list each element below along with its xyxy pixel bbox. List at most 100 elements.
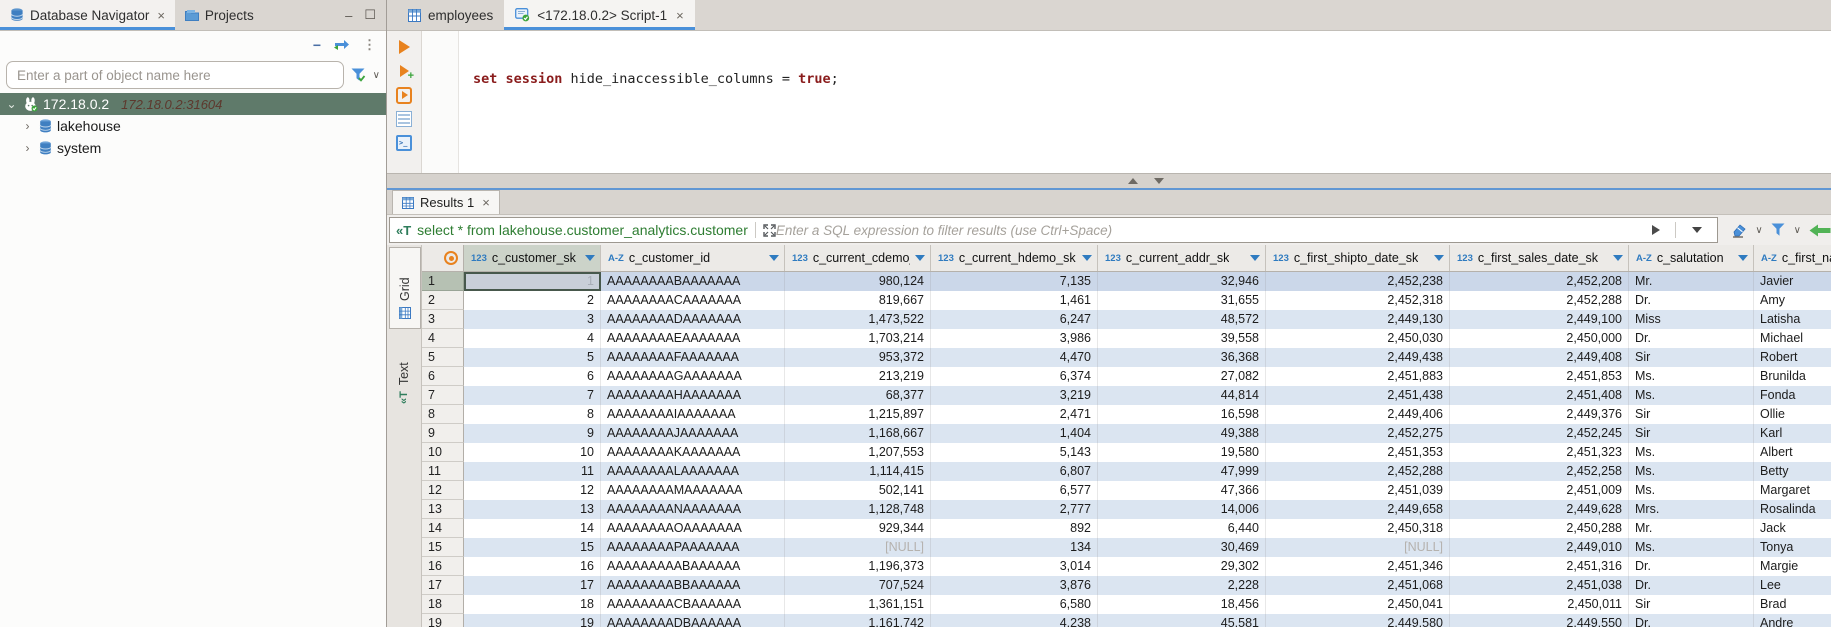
- grid-cell[interactable]: 2,449,550: [1450, 614, 1629, 627]
- grid-cell[interactable]: 10: [464, 443, 601, 462]
- grid-cell[interactable]: 1,114,415: [785, 462, 931, 481]
- grid-cell[interactable]: Betty: [1754, 462, 1831, 481]
- tab-script-1[interactable]: <172.18.0.2> Script-1 ×: [504, 0, 694, 30]
- grid-cell[interactable]: AAAAAAAAMAAAAAAA: [601, 481, 785, 500]
- grid-cell[interactable]: AAAAAAAABBAAAAAA: [601, 576, 785, 595]
- grid-cell[interactable]: 68,377: [785, 386, 931, 405]
- column-header-c_customer_id[interactable]: A-Zc_customer_id: [601, 245, 785, 271]
- tab-results-1[interactable]: Results 1 ×: [392, 190, 500, 214]
- grid-cell[interactable]: Margie: [1754, 557, 1831, 576]
- grid-cell[interactable]: 2,228: [1098, 576, 1266, 595]
- column-header-c_current_cdemo_sk[interactable]: 123c_current_cdemo_sk: [785, 245, 931, 271]
- grid-cell[interactable]: Ms.: [1629, 367, 1754, 386]
- grid-cell[interactable]: 892: [931, 519, 1098, 538]
- grid-cell[interactable]: 1,473,522: [785, 310, 931, 329]
- grid-cell[interactable]: 2,451,039: [1266, 481, 1450, 500]
- grid-cell[interactable]: 2,452,258: [1450, 462, 1629, 481]
- tab-text-presentation[interactable]: «T Text: [389, 333, 419, 413]
- grid-cell[interactable]: 6: [464, 367, 601, 386]
- table-row[interactable]: 11AAAAAAAABAAAAAAA980,1247,13532,9462,45…: [422, 272, 1831, 291]
- grid-cell[interactable]: 47,366: [1098, 481, 1266, 500]
- grid-cell[interactable]: 39,558: [1098, 329, 1266, 348]
- grid-cell[interactable]: Ms.: [1629, 462, 1754, 481]
- grid-cell[interactable]: 819,667: [785, 291, 931, 310]
- grid-cell[interactable]: Mrs.: [1629, 500, 1754, 519]
- row-header[interactable]: 3: [422, 310, 464, 329]
- editor-results-sash[interactable]: [387, 173, 1831, 188]
- row-header[interactable]: 1: [422, 272, 464, 291]
- grid-cell[interactable]: 2,450,041: [1266, 595, 1450, 614]
- grid-cell[interactable]: 2,452,245: [1450, 424, 1629, 443]
- tree-item-connection[interactable]: ⌄ 172.18.0.2 172.18.0.2:31604: [0, 93, 386, 115]
- link-with-editor-icon[interactable]: [334, 39, 350, 51]
- row-header[interactable]: 12: [422, 481, 464, 500]
- grid-cell[interactable]: 13: [464, 500, 601, 519]
- grid-cell[interactable]: Latisha: [1754, 310, 1831, 329]
- grid-cell[interactable]: 980,124: [785, 272, 931, 291]
- grid-cell[interactable]: AAAAAAAAGAAAAAAA: [601, 367, 785, 386]
- filter-dropdown-chevron-icon[interactable]: ∨: [373, 70, 380, 81]
- minimize-icon[interactable]: –: [345, 8, 352, 23]
- grid-cell[interactable]: AAAAAAAADBAAAAAA: [601, 614, 785, 627]
- table-row[interactable]: 44AAAAAAAAEAAAAAAA1,703,2143,98639,5582,…: [422, 329, 1831, 348]
- table-row[interactable]: 1515AAAAAAAAPAAAAAAA[NULL]13430,469[NULL…: [422, 538, 1831, 557]
- sort-dropdown-icon[interactable]: [1738, 255, 1748, 261]
- sash-arrow-up-icon[interactable]: [1128, 178, 1138, 184]
- grid-cell[interactable]: 12: [464, 481, 601, 500]
- grid-cell[interactable]: [NULL]: [785, 538, 931, 557]
- grid-cell[interactable]: 707,524: [785, 576, 931, 595]
- column-header-c_first_shipto_date_sk[interactable]: 123c_first_shipto_date_sk: [1266, 245, 1450, 271]
- grid-cell[interactable]: Ms.: [1629, 386, 1754, 405]
- column-header-c_first_sales_date_sk[interactable]: 123c_first_sales_date_sk: [1450, 245, 1629, 271]
- grid-cell[interactable]: 1,128,748: [785, 500, 931, 519]
- grid-cell[interactable]: 2,450,000: [1450, 329, 1629, 348]
- grid-cell[interactable]: 2,451,038: [1450, 576, 1629, 595]
- sash-arrow-down-icon[interactable]: [1154, 178, 1164, 184]
- grid-cell[interactable]: 1,404: [931, 424, 1098, 443]
- row-header[interactable]: 6: [422, 367, 464, 386]
- grid-cell[interactable]: 1,461: [931, 291, 1098, 310]
- grid-cell[interactable]: 4,470: [931, 348, 1098, 367]
- grid-cell[interactable]: 2,451,353: [1266, 443, 1450, 462]
- grid-cell[interactable]: 1: [464, 272, 601, 291]
- grid-cell[interactable]: 2,449,010: [1450, 538, 1629, 557]
- maximize-icon[interactable]: ☐: [364, 7, 376, 23]
- table-row[interactable]: 99AAAAAAAAJAAAAAAA1,168,6671,40449,3882,…: [422, 424, 1831, 443]
- grid-cell[interactable]: 9: [464, 424, 601, 443]
- sort-dropdown-icon[interactable]: [915, 255, 925, 261]
- column-header-c_salutation[interactable]: A-Zc_salutation: [1629, 245, 1754, 271]
- expander-icon[interactable]: ›: [21, 141, 34, 155]
- sql-code-area[interactable]: set session hide_inaccessible_columns = …: [459, 31, 1831, 173]
- grid-cell[interactable]: 2: [464, 291, 601, 310]
- grid-cell[interactable]: 16,598: [1098, 405, 1266, 424]
- row-header[interactable]: 14: [422, 519, 464, 538]
- row-header[interactable]: 4: [422, 329, 464, 348]
- grid-cell[interactable]: 19: [464, 614, 601, 627]
- grid-cell[interactable]: Karl: [1754, 424, 1831, 443]
- grid-cell[interactable]: 48,572: [1098, 310, 1266, 329]
- grid-cell[interactable]: 45,581: [1098, 614, 1266, 627]
- grid-cell[interactable]: AAAAAAAALAAAAAAA: [601, 462, 785, 481]
- grid-cell[interactable]: Mr.: [1629, 272, 1754, 291]
- row-header[interactable]: 5: [422, 348, 464, 367]
- grid-cell[interactable]: 16: [464, 557, 601, 576]
- table-row[interactable]: 1111AAAAAAAALAAAAAAA1,114,4156,80747,999…: [422, 462, 1831, 481]
- grid-cell[interactable]: 2,452,275: [1266, 424, 1450, 443]
- grid-cell[interactable]: AAAAAAAAHAAAAAAA: [601, 386, 785, 405]
- grid-cell[interactable]: Brad: [1754, 595, 1831, 614]
- grid-cell[interactable]: 1,207,553: [785, 443, 931, 462]
- grid-cell[interactable]: 1,703,214: [785, 329, 931, 348]
- grid-cell[interactable]: 2,451,853: [1450, 367, 1629, 386]
- grid-cell[interactable]: 2,449,438: [1266, 348, 1450, 367]
- grid-cell[interactable]: 213,219: [785, 367, 931, 386]
- grid-cell[interactable]: 18: [464, 595, 601, 614]
- row-header[interactable]: 16: [422, 557, 464, 576]
- sort-dropdown-icon[interactable]: [1250, 255, 1260, 261]
- grid-cell[interactable]: AAAAAAAAOAAAAAAA: [601, 519, 785, 538]
- row-header[interactable]: 10: [422, 443, 464, 462]
- tab-grid-presentation[interactable]: Grid: [389, 247, 421, 329]
- grid-cell[interactable]: 2,450,011: [1450, 595, 1629, 614]
- grid-cell[interactable]: 2,449,580: [1266, 614, 1450, 627]
- grid-cell[interactable]: 8: [464, 405, 601, 424]
- grid-cell[interactable]: 4,238: [931, 614, 1098, 627]
